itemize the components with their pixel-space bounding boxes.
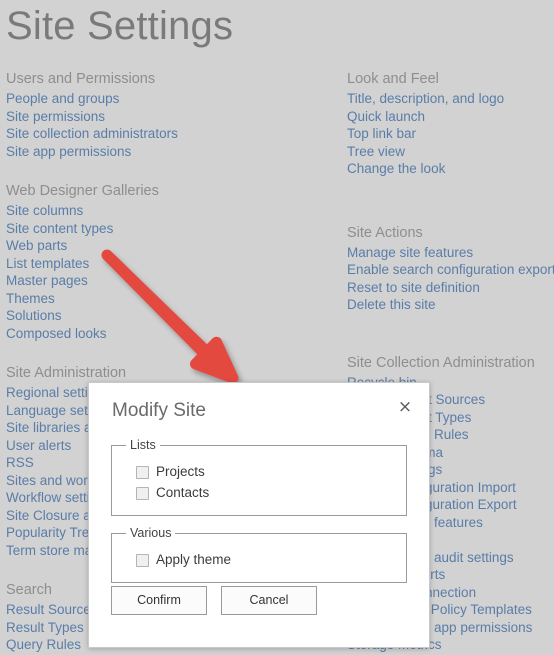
link-site-collection-administrators[interactable]: Site collection administrators [6,125,336,143]
link-quick-launch[interactable]: Quick launch [347,108,554,126]
modify-site-dialog: Modify Site × Lists Projects Contacts Va… [88,382,430,648]
group-heading: Web Designer Galleries [6,183,159,199]
fieldset-lists: Lists Projects Contacts [111,438,407,516]
checkbox-label: Projects [156,464,205,479]
link-solutions[interactable]: Solutions [6,307,336,325]
link-site-columns[interactable]: Site columns [6,202,336,220]
checkbox-row-projects[interactable]: Projects [136,463,396,481]
link-tree-view[interactable]: Tree view [347,143,554,161]
group-heading: Site Administration [6,365,127,381]
link-web-parts[interactable]: Web parts [6,237,336,255]
link-reset-to-site-definition[interactable]: Reset to site definition [347,279,554,297]
fieldset-legend: Lists [130,438,156,452]
link-enable-search-configuration-export[interactable]: Enable search configuration export [347,261,554,279]
group-users-and-permissions: Users and Permissions People and groups … [6,70,336,160]
group-look-and-feel: Look and Feel Title, description, and lo… [347,70,554,178]
link-site-permissions[interactable]: Site permissions [6,108,336,126]
dialog-title: Modify Site [112,400,206,421]
checkbox-label: Apply theme [156,552,232,567]
link-delete-this-site[interactable]: Delete this site [347,296,554,314]
link-manage-site-features[interactable]: Manage site features [347,244,554,262]
checkbox-row-contacts[interactable]: Contacts [136,484,396,502]
link-themes[interactable]: Themes [6,290,336,308]
page-title: Site Settings [6,4,234,48]
close-icon[interactable]: × [395,397,415,417]
fieldset-various: Various Apply theme [111,526,407,583]
link-site-content-types[interactable]: Site content types [6,220,336,238]
cancel-button[interactable]: Cancel [221,586,317,615]
group-web-designer-galleries: Web Designer Galleries Site columns Site… [6,182,336,342]
checkbox-apply-theme[interactable] [136,553,149,567]
link-people-and-groups[interactable]: People and groups [6,90,336,108]
dialog-body: Lists Projects Contacts Various Apply th… [89,438,429,593]
group-heading: Site Collection Administration [347,354,535,371]
link-top-link-bar[interactable]: Top link bar [347,125,554,143]
link-master-pages[interactable]: Master pages [6,272,336,290]
group-heading: Look and Feel [347,71,439,87]
group-site-actions: Site Actions Manage site features Enable… [347,224,554,314]
link-list-templates[interactable]: List templates [6,255,336,273]
link-change-the-look[interactable]: Change the look [347,160,554,178]
link-site-app-permissions[interactable]: Site app permissions [6,143,336,161]
group-heading: Site Actions [347,224,423,241]
dialog-buttons: Confirm Cancel [111,586,317,615]
link-composed-looks[interactable]: Composed looks [6,325,336,343]
site-settings-page: Site Settings Users and Permissions Peop… [0,0,554,655]
link-title-description-and-logo[interactable]: Title, description, and logo [347,90,554,108]
fieldset-legend: Various [130,526,172,540]
group-heading: Users and Permissions [6,71,156,87]
checkbox-projects[interactable] [136,465,149,479]
checkbox-contacts[interactable] [136,486,149,500]
confirm-button[interactable]: Confirm [111,586,207,615]
checkbox-row-apply-theme[interactable]: Apply theme [136,551,396,569]
checkbox-label: Contacts [156,485,210,500]
